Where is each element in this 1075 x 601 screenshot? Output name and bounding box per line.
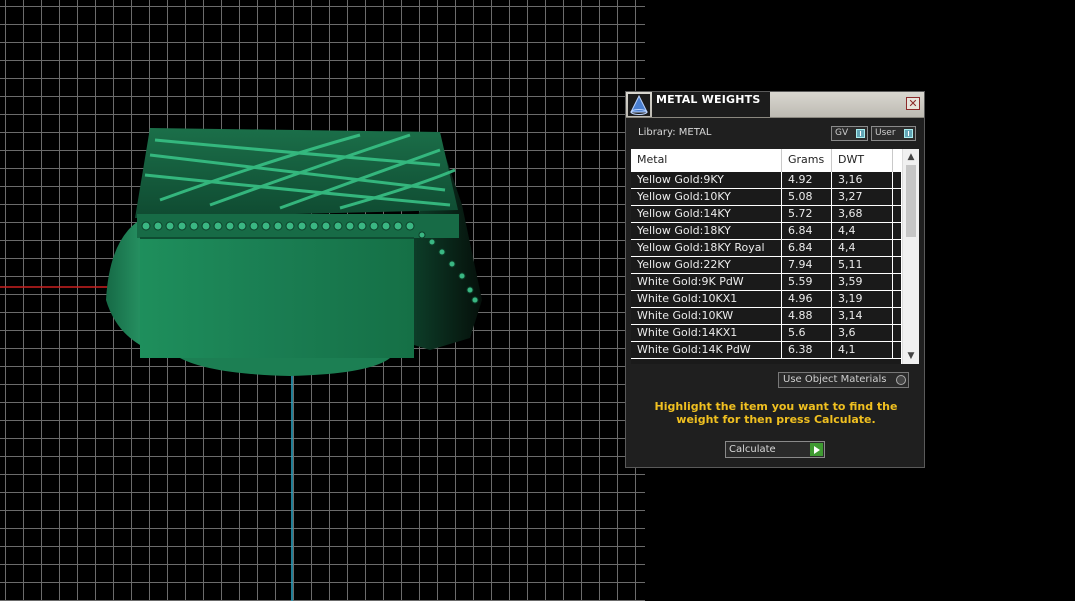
scroll-thumb[interactable] — [906, 165, 916, 237]
metal-cell: Yellow Gold:18KY — [631, 223, 782, 239]
metal-cell: Yellow Gold:14KY — [631, 206, 782, 222]
table-header: Metal Grams DWT — [631, 149, 901, 172]
panel-titlebar[interactable]: METAL WEIGHTS ✕ — [626, 92, 924, 118]
metal-cell: White Gold:10KW — [631, 308, 782, 324]
dwt-cell: 4,4 — [832, 240, 893, 256]
grams-cell: 4.96 — [782, 291, 832, 307]
ring-model[interactable] — [0, 0, 645, 601]
3d-viewport[interactable] — [0, 0, 645, 601]
metal-cell: Yellow Gold:10KY — [631, 189, 782, 205]
table-row[interactable]: White Gold:10KX1 4.96 3,19 — [631, 291, 901, 308]
radio-icon — [896, 375, 906, 385]
play-arrow-icon — [810, 443, 823, 456]
metal-cell: White Gold:14K PdW — [631, 342, 782, 358]
metal-cell: Yellow Gold:18KY Royal — [631, 240, 782, 256]
calculate-label: Calculate — [729, 444, 776, 455]
table-row[interactable]: Yellow Gold:22KY 7.94 5,11 — [631, 257, 901, 274]
grams-cell: 5.08 — [782, 189, 832, 205]
metal-cell: Yellow Gold:22KY — [631, 257, 782, 273]
use-object-materials-toggle[interactable]: Use Object Materials — [778, 372, 909, 388]
dwt-cell: 3,19 — [832, 291, 893, 307]
table-row[interactable]: White Gold:9K PdW 5.59 3,59 — [631, 274, 901, 291]
toggle-icon — [904, 129, 913, 138]
table-row[interactable]: White Gold:14KX1 5.6 3,6 — [631, 325, 901, 342]
dwt-cell: 5,11 — [832, 257, 893, 273]
grams-cell: 4.88 — [782, 308, 832, 324]
metal-cell: White Gold:14KX1 — [631, 325, 782, 341]
grams-cell: 5.59 — [782, 274, 832, 290]
metal-table: Metal Grams DWT Yellow Gold:9KY 4.92 3,1… — [631, 149, 919, 364]
metal-cell: White Gold:9K PdW — [631, 274, 782, 290]
grams-cell: 6.84 — [782, 223, 832, 239]
hint-text: Highlight the item you want to find the … — [654, 400, 898, 426]
dwt-cell: 3,27 — [832, 189, 893, 205]
dwt-cell: 3,16 — [832, 172, 893, 188]
close-button[interactable]: ✕ — [906, 97, 920, 110]
table-row[interactable]: Yellow Gold:18KY 6.84 4,4 — [631, 223, 901, 240]
grams-cell: 4.92 — [782, 172, 832, 188]
user-label: User — [875, 128, 896, 138]
metal-cell: Yellow Gold:9KY — [631, 172, 782, 188]
library-label: Library: METAL — [638, 127, 712, 138]
column-header-metal[interactable]: Metal — [631, 149, 782, 172]
column-header-dwt[interactable]: DWT — [832, 149, 893, 172]
cone-icon — [628, 94, 650, 116]
scroll-up-icon[interactable]: ▲ — [903, 150, 919, 164]
scroll-down-icon[interactable]: ▼ — [903, 349, 919, 363]
metal-weights-panel: METAL WEIGHTS ✕ Library: METAL GV User M… — [625, 91, 925, 468]
dwt-cell: 3,59 — [832, 274, 893, 290]
dwt-cell: 3,14 — [832, 308, 893, 324]
table-row[interactable]: Yellow Gold:14KY 5.72 3,68 — [631, 206, 901, 223]
dwt-cell: 3,68 — [832, 206, 893, 222]
grams-cell: 6.84 — [782, 240, 832, 256]
grams-cell: 7.94 — [782, 257, 832, 273]
table-row-partial[interactable] — [631, 359, 901, 364]
toggle-icon — [856, 129, 865, 138]
table-row[interactable]: Yellow Gold:9KY 4.92 3,16 — [631, 172, 901, 189]
table-row[interactable]: White Gold:14K PdW 6.38 4,1 — [631, 342, 901, 359]
user-toggle[interactable]: User — [871, 126, 916, 141]
gv-toggle[interactable]: GV — [831, 126, 868, 141]
panel-title: METAL WEIGHTS — [656, 93, 761, 106]
dwt-cell: 4,4 — [832, 223, 893, 239]
table-row[interactable]: White Gold:10KW 4.88 3,14 — [631, 308, 901, 325]
table-scrollbar[interactable]: ▲ ▼ — [902, 149, 919, 364]
column-header-grams[interactable]: Grams — [782, 149, 832, 172]
use-object-materials-label: Use Object Materials — [783, 374, 887, 385]
grams-cell: 6.38 — [782, 342, 832, 358]
metal-cell: White Gold:10KX1 — [631, 291, 782, 307]
dwt-cell: 3,6 — [832, 325, 893, 341]
grams-cell: 5.6 — [782, 325, 832, 341]
grams-cell: 5.72 — [782, 206, 832, 222]
calculate-button[interactable]: Calculate — [725, 441, 825, 458]
table-row[interactable]: Yellow Gold:18KY Royal 6.84 4,4 — [631, 240, 901, 257]
close-icon: ✕ — [908, 97, 918, 110]
table-body: Yellow Gold:9KY 4.92 3,16 Yellow Gold:10… — [631, 172, 901, 364]
gv-label: GV — [835, 128, 849, 138]
table-row[interactable]: Yellow Gold:10KY 5.08 3,27 — [631, 189, 901, 206]
dwt-cell: 4,1 — [832, 342, 893, 358]
